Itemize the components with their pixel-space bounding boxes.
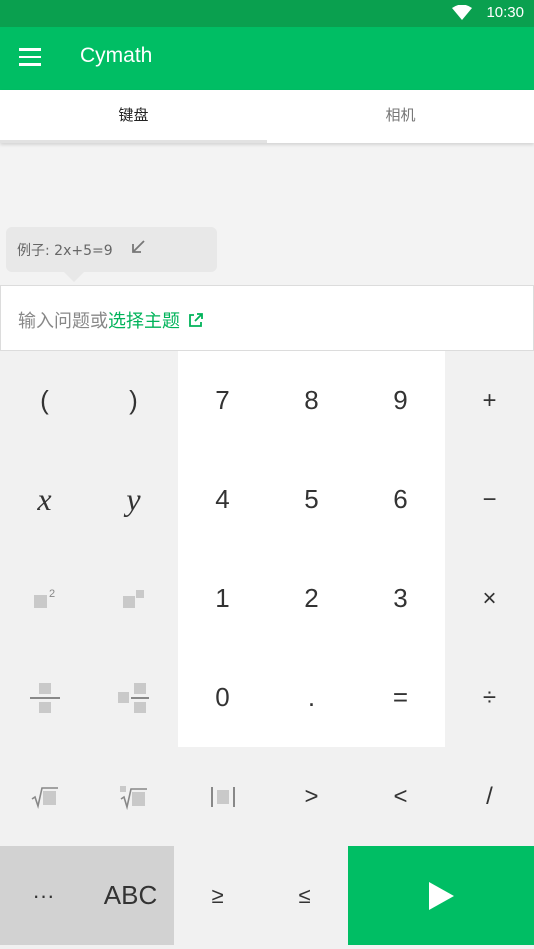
x-key[interactable]: x bbox=[0, 450, 89, 549]
tab-bar: 键盘 相机 bbox=[0, 90, 534, 143]
app-bar: Cymath bbox=[0, 27, 534, 90]
slash-key[interactable]: / bbox=[445, 747, 534, 846]
digit-0-key[interactable]: 0 bbox=[178, 648, 267, 747]
select-topic-link[interactable]: 选择主题 bbox=[108, 311, 180, 332]
digit-3-key[interactable]: 3 bbox=[356, 549, 445, 648]
greater-equal-key[interactable]: ≥ bbox=[174, 846, 261, 945]
nth-root-icon bbox=[119, 785, 147, 810]
fraction-icon bbox=[29, 682, 60, 713]
equals-key[interactable]: = bbox=[356, 648, 445, 747]
play-icon bbox=[429, 881, 454, 910]
mixed-fraction-icon bbox=[117, 682, 149, 713]
multiply-key[interactable]: × bbox=[445, 549, 534, 648]
wifi-icon bbox=[452, 5, 472, 20]
digit-4-key[interactable]: 4 bbox=[178, 450, 267, 549]
plus-key[interactable]: + bbox=[445, 351, 534, 450]
example-tooltip[interactable]: 例子: 2x+5=9 bbox=[6, 227, 217, 282]
problem-input[interactable]: 输入问题或选择主题 bbox=[0, 285, 534, 351]
app-title: Cymath bbox=[80, 44, 153, 67]
less-than-key[interactable]: < bbox=[356, 747, 445, 846]
abc-key[interactable]: ABC bbox=[87, 846, 174, 945]
tab-camera[interactable]: 相机 bbox=[267, 90, 534, 143]
custom-power-key[interactable] bbox=[89, 549, 178, 648]
close-paren-key[interactable]: ) bbox=[89, 351, 178, 450]
solve-button[interactable] bbox=[348, 846, 534, 945]
example-text: 例子: 2x+5=9 bbox=[17, 243, 113, 259]
arrow-down-left-icon bbox=[132, 240, 145, 253]
status-time: 10:30 bbox=[486, 4, 524, 21]
digit-2-key[interactable]: 2 bbox=[267, 549, 356, 648]
exponent-box-icon bbox=[122, 589, 144, 608]
abs-key[interactable] bbox=[178, 747, 267, 846]
digit-7-key[interactable]: 7 bbox=[178, 351, 267, 450]
square-power-key[interactable]: 2 bbox=[0, 549, 89, 648]
sqrt-icon bbox=[31, 786, 58, 809]
svg-text:2: 2 bbox=[49, 588, 55, 600]
status-bar: 10:30 bbox=[0, 0, 534, 27]
digit-8-key[interactable]: 8 bbox=[267, 351, 356, 450]
less-equal-key[interactable]: ≤ bbox=[261, 846, 348, 945]
greater-than-key[interactable]: > bbox=[267, 747, 356, 846]
digit-5-key[interactable]: 5 bbox=[267, 450, 356, 549]
divide-key[interactable]: ÷ bbox=[445, 648, 534, 747]
math-keypad: ( ) 7 8 9 + x y 4 5 6 − 2 1 2 3 × 0 . = … bbox=[0, 351, 534, 846]
absolute-value-icon bbox=[210, 786, 235, 807]
mixed-fraction-key[interactable] bbox=[89, 648, 178, 747]
external-link-icon[interactable] bbox=[188, 312, 204, 328]
nth-root-key[interactable] bbox=[89, 747, 178, 846]
digit-1-key[interactable]: 1 bbox=[178, 549, 267, 648]
input-placeholder: 输入问题或选择主题 bbox=[18, 307, 204, 333]
tab-keyboard[interactable]: 键盘 bbox=[0, 90, 267, 143]
open-paren-key[interactable]: ( bbox=[0, 351, 89, 450]
keypad-bottom-row: ··· ABC ≥ ≤ bbox=[0, 846, 534, 949]
tab-indicator bbox=[0, 140, 267, 143]
menu-icon[interactable] bbox=[19, 48, 41, 66]
sqrt-key[interactable] bbox=[0, 747, 89, 846]
digit-9-key[interactable]: 9 bbox=[356, 351, 445, 450]
decimal-key[interactable]: . bbox=[267, 648, 356, 747]
digit-6-key[interactable]: 6 bbox=[356, 450, 445, 549]
more-key[interactable]: ··· bbox=[0, 846, 87, 945]
y-key[interactable]: y bbox=[89, 450, 178, 549]
placeholder-text: 输入问题或 bbox=[18, 311, 108, 332]
fraction-key[interactable] bbox=[0, 648, 89, 747]
minus-key[interactable]: − bbox=[445, 450, 534, 549]
exponent-square-icon: 2 bbox=[33, 588, 55, 608]
